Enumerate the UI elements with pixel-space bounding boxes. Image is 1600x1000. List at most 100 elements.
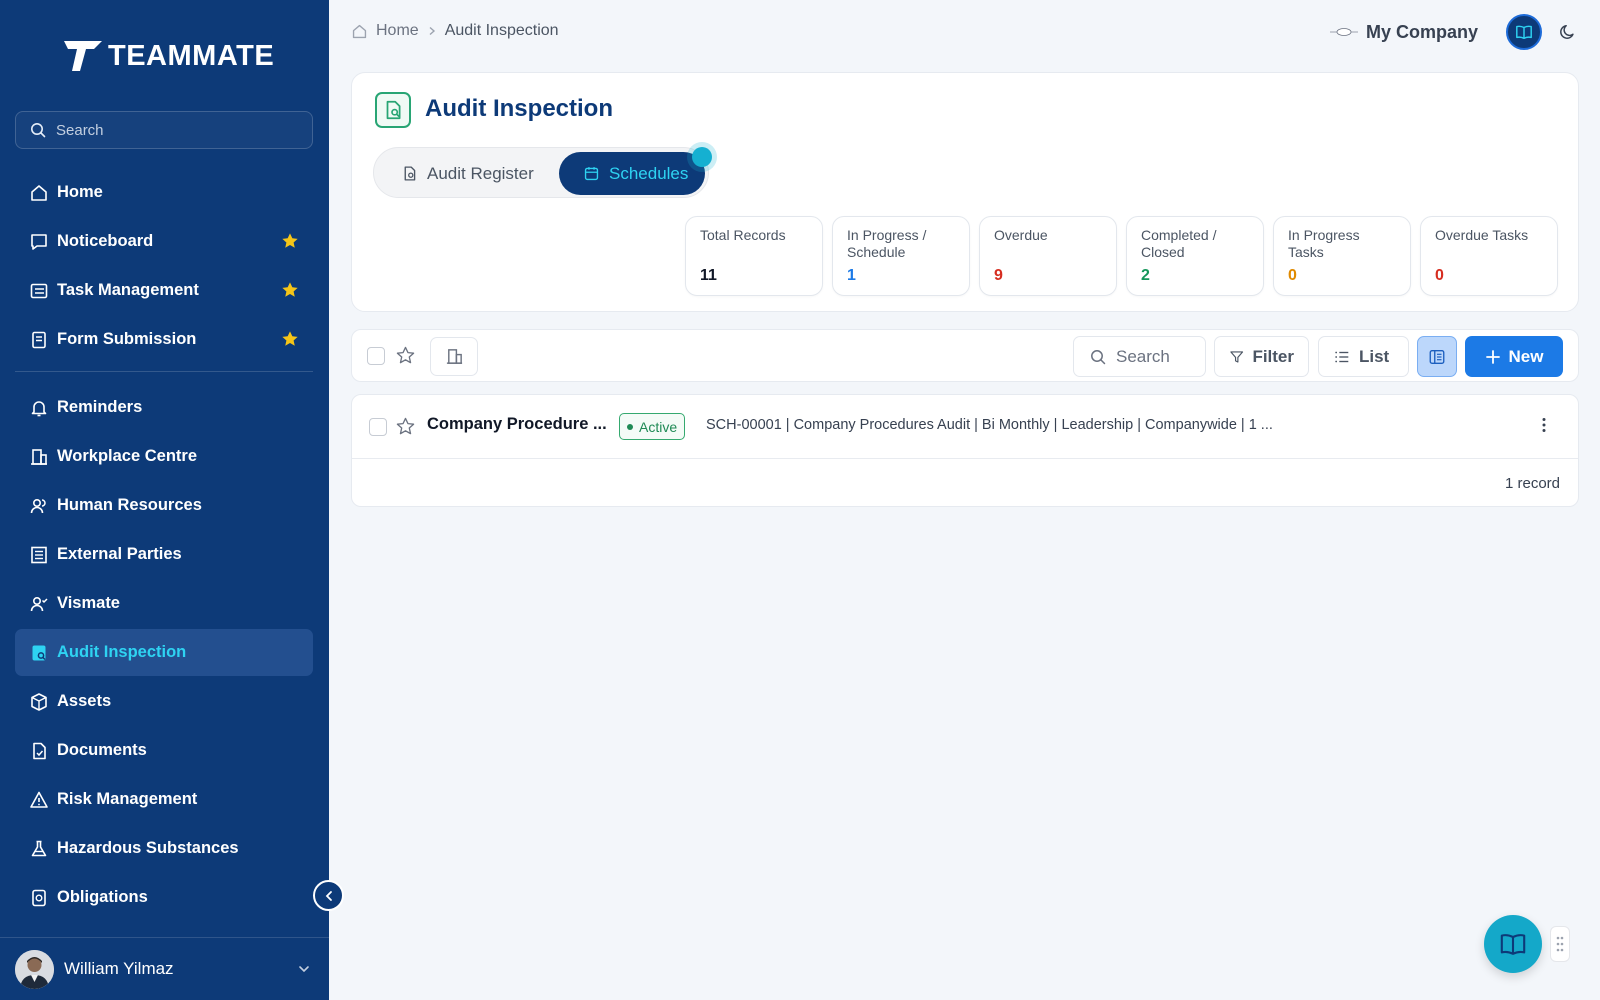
help-button[interactable] (1506, 14, 1542, 50)
list-view-button[interactable]: List (1318, 336, 1409, 377)
company-name[interactable]: My Company (1366, 22, 1478, 43)
help-fab-button[interactable] (1484, 915, 1542, 973)
stat-label: Completed / Closed (1141, 227, 1217, 260)
sidebar-item-workplace-centre[interactable]: Workplace Centre (15, 433, 313, 480)
avatar (15, 949, 54, 989)
chevron-left-icon (325, 890, 332, 901)
sidebar-item-audit-inspection[interactable]: Audit Inspection (15, 629, 313, 676)
stat-value: 0 (1435, 267, 1444, 284)
list-icon (1335, 351, 1349, 362)
sidebar-item-reminders[interactable]: Reminders (15, 384, 313, 431)
drag-handle[interactable] (1550, 926, 1570, 962)
sidebar-item-external-parties[interactable]: External Parties (15, 531, 313, 578)
moon-icon (1560, 24, 1574, 39)
star-icon[interactable] (281, 281, 299, 304)
document-icon (29, 741, 49, 761)
search-icon (1091, 349, 1106, 364)
theme-toggle-button[interactable] (1558, 22, 1578, 42)
sidebar-nav: Home Noticeboard Task Management Form Su… (15, 169, 313, 923)
user-name: William Yilmaz (64, 959, 174, 978)
search-icon (31, 123, 46, 138)
detail-view-toggle[interactable] (1417, 336, 1457, 377)
sidebar-item-label: Workplace Centre (57, 447, 197, 465)
stat-card[interactable]: Overdue 9 (979, 216, 1117, 296)
select-all-checkbox[interactable] (367, 347, 385, 365)
sidebar-item-home[interactable]: Home (15, 169, 313, 216)
sidebar-search-input[interactable] (56, 121, 296, 139)
list-label: List (1359, 346, 1390, 366)
tab-schedules[interactable]: Schedules (559, 152, 705, 195)
star-outline-icon[interactable] (396, 417, 415, 441)
record-count: 1 record (1504, 475, 1560, 492)
sidebar-item-human-resources[interactable]: Human Resources (15, 482, 313, 529)
breadcrumb-home[interactable]: Home (376, 22, 419, 40)
tab-audit-register[interactable]: Audit Register (401, 152, 534, 195)
stat-card[interactable]: In Progress Tasks 0 (1273, 216, 1411, 296)
calendar-icon (584, 167, 599, 181)
user-menu[interactable]: William Yilmaz (0, 937, 329, 1000)
stats-row: Total Records 11 In Progress / Schedule … (685, 216, 1558, 296)
audit-icon (29, 643, 49, 663)
stat-card[interactable]: In Progress / Schedule 1 (832, 216, 970, 296)
list-item[interactable]: Company Procedure ... Active SCH-00001 |… (352, 395, 1578, 459)
stat-label: Overdue (994, 227, 1048, 243)
sidebar-item-label: Assets (57, 692, 112, 710)
stat-card[interactable]: Total Records 11 (685, 216, 823, 296)
status-dot (627, 423, 633, 430)
sidebar-collapse-button[interactable] (313, 880, 344, 911)
sidebar-item-hazardous-substances[interactable]: Hazardous Substances (15, 825, 313, 872)
sidebar-item-obligations[interactable]: Obligations (15, 874, 313, 921)
status-badge: Active (619, 413, 686, 440)
more-vertical-icon[interactable] (1534, 415, 1554, 440)
stat-value: 2 (1141, 267, 1150, 284)
stat-card[interactable]: Completed / Closed 2 (1126, 216, 1264, 296)
audit-icon (404, 166, 416, 181)
book-open-icon (1516, 25, 1532, 40)
filter-label: Filter (1252, 346, 1294, 366)
group-button[interactable] (430, 337, 478, 376)
record-title[interactable]: Company Procedure ... (427, 415, 607, 434)
sidebar-item-label: Audit Inspection (57, 643, 187, 661)
sidebar-item-form-submission[interactable]: Form Submission (15, 316, 313, 363)
sidebar-item-label: Human Resources (57, 496, 202, 514)
sidebar: TEAMMATE Home Noticeboard Task Managemen… (0, 0, 329, 1000)
list-search-input[interactable] (1116, 346, 1196, 367)
panel-icon (1429, 349, 1445, 364)
task-list-icon (29, 281, 49, 301)
tab-label: Audit Register (427, 163, 534, 183)
filter-button[interactable]: Filter (1214, 336, 1309, 377)
sidebar-item-documents[interactable]: Documents (15, 727, 313, 774)
filter-icon (1230, 350, 1244, 363)
sidebar-item-label: External Parties (57, 545, 182, 563)
sidebar-item-risk-management[interactable]: Risk Management (15, 776, 313, 823)
sidebar-item-assets[interactable]: Assets (15, 678, 313, 725)
sidebar-item-label: Home (57, 183, 103, 201)
star-outline-icon[interactable] (396, 346, 415, 370)
status-label: Active (639, 418, 678, 435)
sidebar-search[interactable] (15, 111, 313, 149)
sidebar-item-noticeboard[interactable]: Noticeboard (15, 218, 313, 265)
sidebar-item-label: Risk Management (57, 790, 198, 808)
grip-icon (1556, 936, 1564, 952)
home-icon[interactable] (351, 23, 368, 40)
sidebar-item-vismate[interactable]: Vismate (15, 580, 313, 627)
stat-card[interactable]: Overdue Tasks 0 (1420, 216, 1558, 296)
sidebar-item-label: Noticeboard (57, 232, 154, 250)
chevron-down-icon[interactable] (297, 962, 311, 981)
list-search[interactable] (1073, 336, 1206, 377)
star-icon[interactable] (281, 330, 299, 353)
sidebar-item-label: Vismate (57, 594, 120, 612)
row-checkbox[interactable] (369, 418, 387, 436)
sidebar-item-label: Form Submission (57, 330, 197, 348)
new-button[interactable]: New (1465, 336, 1563, 377)
audit-icon (375, 92, 411, 128)
form-icon (29, 330, 49, 350)
stat-label: Total Records (700, 227, 786, 243)
message-icon (29, 232, 49, 252)
star-icon[interactable] (281, 232, 299, 255)
breadcrumb-current: Audit Inspection (444, 22, 559, 39)
sidebar-item-label: Task Management (57, 281, 199, 299)
sidebar-item-task-management[interactable]: Task Management (15, 267, 313, 314)
teammate-logo[interactable]: TEAMMATE (64, 38, 274, 74)
sidebar-item-label: Hazardous Substances (57, 839, 239, 857)
